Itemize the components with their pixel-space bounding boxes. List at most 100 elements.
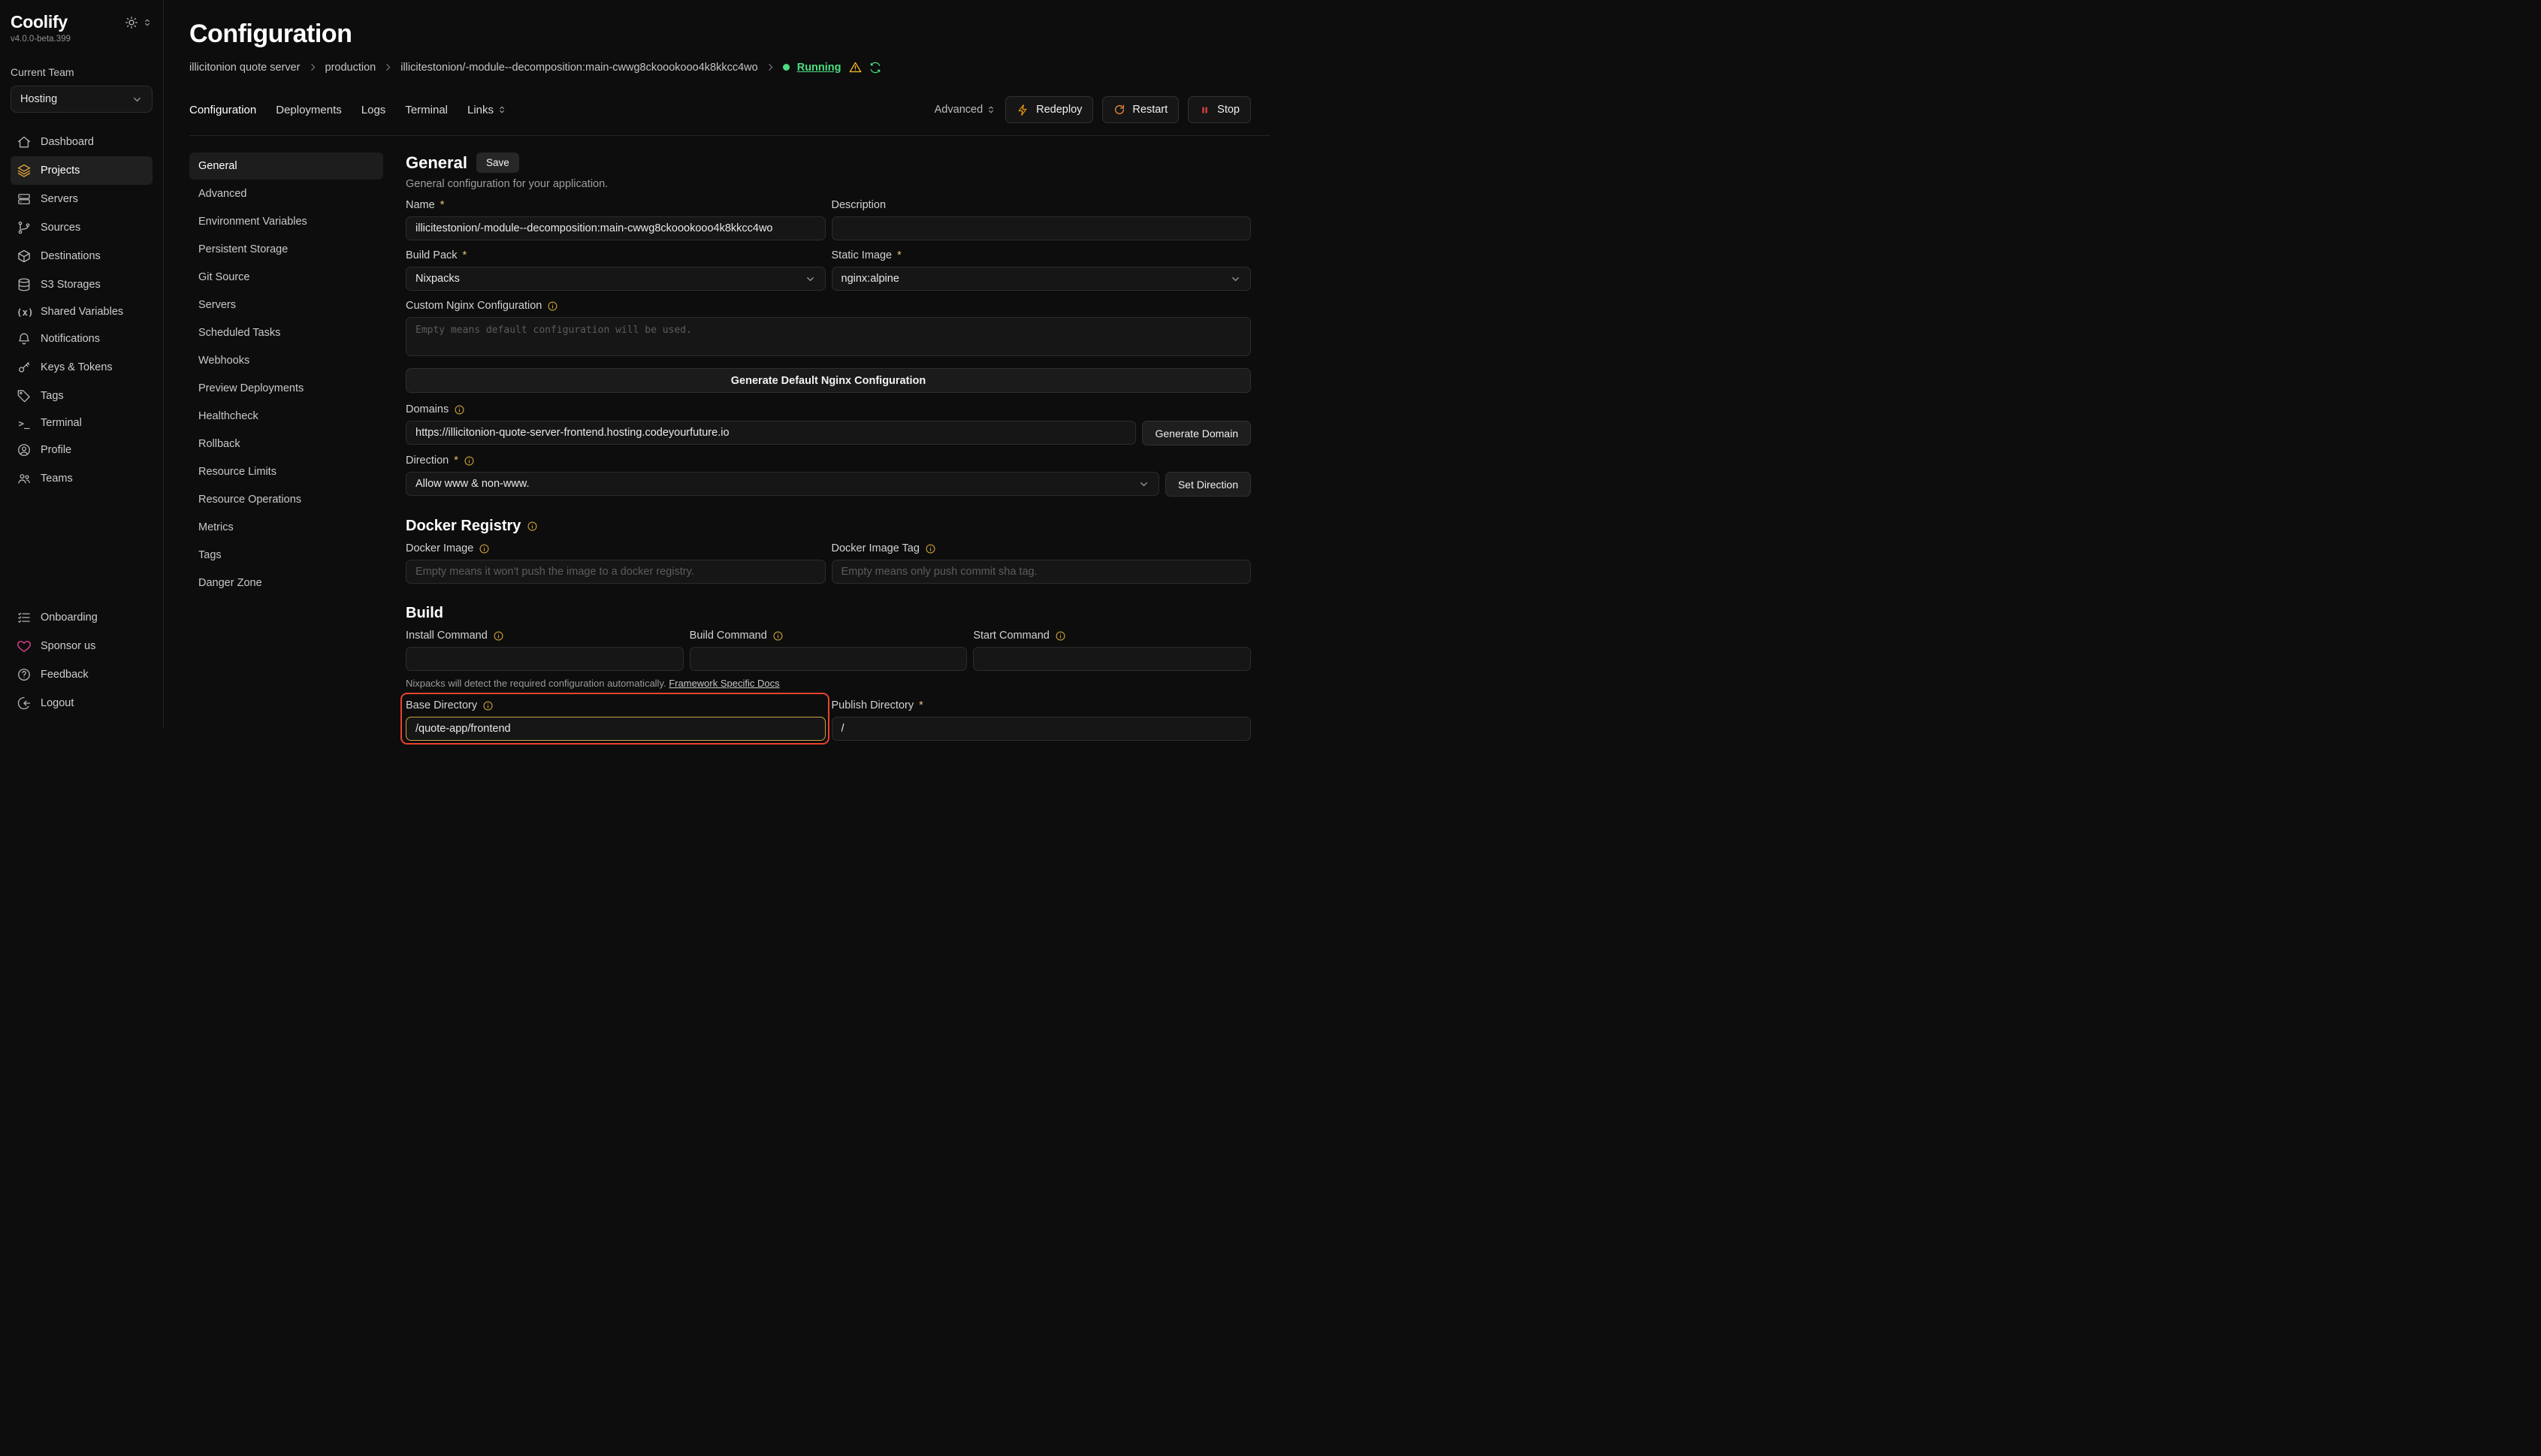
start-command-input[interactable] [973,647,1251,671]
sidebar-item-tags[interactable]: Tags [11,382,153,410]
subnav-item-general[interactable]: General [189,153,383,180]
tab-deployments[interactable]: Deployments [276,104,342,116]
save-button[interactable]: Save [476,153,519,173]
sidebar-item-sources[interactable]: Sources [11,213,153,242]
sidebar-item-profile[interactable]: Profile [11,436,153,464]
framework-docs-link[interactable]: Framework Specific Docs [669,678,779,689]
subnav-item-advanced[interactable]: Advanced [189,180,383,207]
breadcrumb-environment[interactable]: production [325,62,376,74]
sun-icon[interactable] [125,16,138,29]
sidebar-item-label: Profile [41,444,71,456]
advanced-label: Advanced [935,104,983,116]
sidebar-item-notifications[interactable]: Notifications [11,325,153,353]
breadcrumb-application[interactable]: illicitestonion/-module--decomposition:m… [400,62,758,74]
sidebar-item-sponsor-us[interactable]: Sponsor us [11,632,153,660]
subnav-item-servers[interactable]: Servers [189,292,383,319]
required-marker: * [440,199,445,212]
info-icon[interactable] [454,404,465,415]
subnav-item-healthcheck[interactable]: Healthcheck [189,403,383,430]
direction-select[interactable]: Allow www & non-www. [406,472,1159,496]
subnav-item-danger-zone[interactable]: Danger Zone [189,569,383,597]
info-icon[interactable] [925,543,936,554]
publish-directory-input[interactable] [832,717,1252,741]
base-directory-input[interactable] [406,717,826,741]
build-pack-select[interactable]: Nixpacks [406,267,826,291]
build-command-input[interactable] [690,647,968,671]
info-icon[interactable] [493,630,504,642]
tab-configuration[interactable]: Configuration [189,104,256,116]
sidebar-item-keys-tokens[interactable]: Keys & Tokens [11,353,153,382]
generate-domain-button[interactable]: Generate Domain [1142,421,1251,446]
set-direction-button[interactable]: Set Direction [1165,472,1251,497]
sidebar-item-label: Terminal [41,417,82,429]
generate-nginx-config-button[interactable]: Generate Default Nginx Configuration [406,368,1251,393]
sidebar-item-logout[interactable]: Logout [11,689,153,717]
description-label: Description [832,199,1252,212]
chevron-updown-icon[interactable] [142,17,153,28]
sidebar-item-dashboard[interactable]: Dashboard [11,128,153,156]
info-icon[interactable] [479,543,490,554]
warning-triangle-icon[interactable] [849,61,862,74]
name-input[interactable] [406,216,826,240]
tab-terminal[interactable]: Terminal [405,104,448,116]
tab-links[interactable]: Links [467,104,507,116]
nginx-config-textarea[interactable] [406,317,1251,356]
direction-value: Allow www & non-www. [415,478,530,490]
redeploy-button[interactable]: Redeploy [1005,96,1093,123]
info-icon[interactable] [527,521,538,532]
status-running-link[interactable]: Running [797,62,841,74]
sidebar-item-teams[interactable]: Teams [11,464,153,493]
info-icon[interactable] [772,630,784,642]
subnav-item-preview-deployments[interactable]: Preview Deployments [189,375,383,402]
page-head: Configuration illicitonion quote server … [164,0,1270,74]
help-circle-icon [17,667,32,682]
subnav-item-persistent-storage[interactable]: Persistent Storage [189,236,383,263]
subnav-item-tags[interactable]: Tags [189,542,383,569]
subnav-item-metrics[interactable]: Metrics [189,514,383,541]
restart-label: Restart [1132,104,1168,116]
sidebar-item-terminal[interactable]: >_ Terminal [11,410,153,436]
install-command-input[interactable] [406,647,684,671]
advanced-dropdown[interactable]: Advanced [935,104,997,116]
static-image-field: Static Image * nginx:alpine [832,249,1252,291]
sidebar-item-onboarding[interactable]: Onboarding [11,603,153,632]
docker-image-input[interactable] [406,560,826,584]
git-branch-icon [17,220,32,235]
subnav-item-git-source[interactable]: Git Source [189,264,383,291]
breadcrumb-project[interactable]: illicitonion quote server [189,62,301,74]
install-command-field: Install Command [406,630,684,671]
subnav-item-resource-limits[interactable]: Resource Limits [189,458,383,485]
build-pack-field: Build Pack * Nixpacks [406,249,826,291]
refresh-status-icon[interactable] [869,62,881,74]
subnav-item-environment-variables[interactable]: Environment Variables [189,208,383,235]
sidebar-item-servers[interactable]: Servers [11,185,153,213]
tab-logs[interactable]: Logs [361,104,386,116]
sidebar-item-s3-storages[interactable]: S3 Storages [11,270,153,299]
info-icon[interactable] [1055,630,1066,642]
sidebar-item-label: Servers [41,193,78,205]
domains-input[interactable] [406,421,1136,445]
team-select[interactable]: Hosting [11,86,153,113]
info-icon[interactable] [464,455,475,467]
stop-button[interactable]: Stop [1188,96,1251,123]
info-icon[interactable] [482,700,494,711]
name-label: Name * [406,199,826,212]
subnav-item-scheduled-tasks[interactable]: Scheduled Tasks [189,319,383,346]
restart-button[interactable]: Restart [1102,96,1179,123]
info-icon[interactable] [547,301,558,312]
sidebar-item-destinations[interactable]: Destinations [11,242,153,270]
static-image-select[interactable]: nginx:alpine [832,267,1252,291]
sidebar: Coolify v4.0.0-beta.399 Current Team Hos… [0,0,164,728]
sidebar-item-projects[interactable]: Projects [11,156,153,185]
sidebar-item-shared-variables[interactable]: (x) Shared Variables [11,299,153,325]
docker-image-tag-input[interactable] [832,560,1252,584]
sidebar-item-label: Feedback [41,669,89,681]
subnav-item-resource-operations[interactable]: Resource Operations [189,486,383,513]
sidebar-item-feedback[interactable]: Feedback [11,660,153,689]
subnav-item-rollback[interactable]: Rollback [189,430,383,458]
sidebar-item-label: Sources [41,222,80,234]
description-input[interactable] [832,216,1252,240]
publish-directory-label: Publish Directory * [832,699,1252,712]
theme-switcher[interactable] [125,16,153,29]
subnav-item-webhooks[interactable]: Webhooks [189,347,383,374]
